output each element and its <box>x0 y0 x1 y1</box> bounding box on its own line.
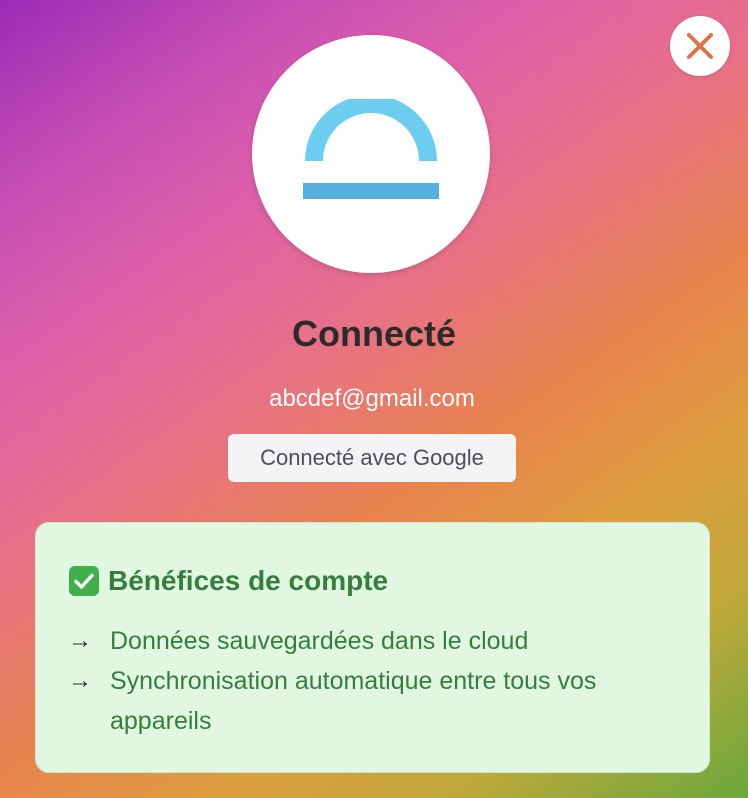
arrow-right-icon: → <box>68 667 92 694</box>
list-item: → Données sauvegardées dans le cloud <box>68 621 688 661</box>
benefits-title: Bénéfices de compte <box>108 565 389 596</box>
sunrise-logo-icon <box>303 99 439 199</box>
arrow-right-icon: → <box>68 627 92 654</box>
close-icon <box>687 33 713 59</box>
account-email: abcdef@gmail.com <box>269 385 475 412</box>
benefit-text: Synchronisation automatique entre tous v… <box>110 667 597 735</box>
app-logo <box>252 35 490 273</box>
page-title: Connecté <box>291 313 457 354</box>
list-item: → Synchronisation automatique entre tous… <box>68 661 688 741</box>
close-button[interactable] <box>670 16 730 76</box>
check-box-icon <box>69 566 99 596</box>
benefits-heading: Bénéfices de compte <box>68 563 388 599</box>
provider-badge: Connecté avec Google <box>228 434 516 482</box>
benefit-list: → Données sauvegardées dans le cloud → S… <box>68 621 688 741</box>
benefits-card: Bénéfices de compte → Données sauvegardé… <box>35 522 710 773</box>
benefit-text: Données sauvegardées dans le cloud <box>110 627 529 655</box>
